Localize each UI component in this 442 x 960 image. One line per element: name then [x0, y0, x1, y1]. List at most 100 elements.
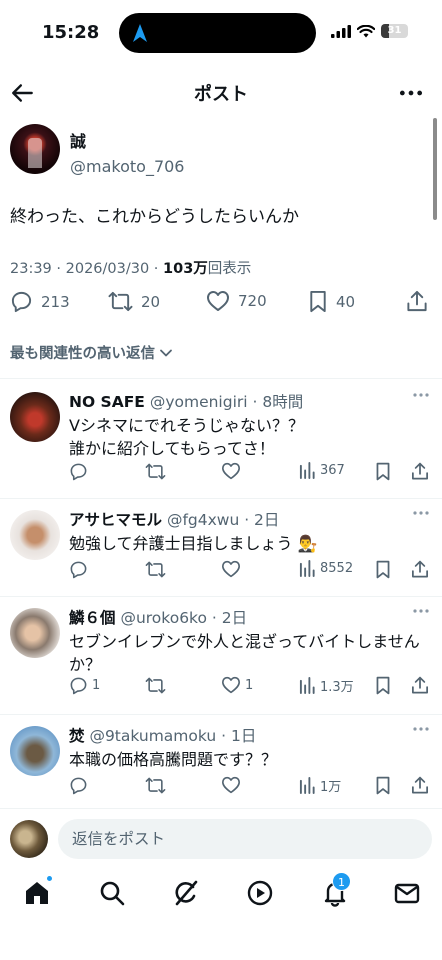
reply-icon: [70, 561, 87, 579]
avatar[interactable]: [10, 124, 60, 174]
like-count: 720: [238, 292, 267, 310]
tab-home[interactable]: [22, 875, 53, 908]
post-text: 終わった、これからどうしたらいんか: [10, 207, 299, 227]
tab-grok[interactable]: [171, 878, 201, 908]
repost-button[interactable]: [145, 560, 170, 579]
reply-action-bar: 1 1 1.3万: [69, 676, 439, 698]
reply-header: 鱗６個 @uroko6ko · 2日: [69, 606, 247, 628]
wifi-icon: [357, 24, 375, 37]
bookmark-button[interactable]: 40: [308, 290, 355, 313]
divider: [0, 596, 442, 597]
reply-handle-time[interactable]: @9takumamoku · 1日: [85, 727, 256, 745]
grok-icon: [175, 880, 198, 906]
more-options-icon[interactable]: [412, 608, 430, 614]
analytics-icon: [299, 777, 315, 794]
reply-icon: [70, 463, 87, 481]
reply-button[interactable]: [69, 776, 92, 795]
avatar[interactable]: [10, 392, 60, 442]
repost-icon: [145, 561, 166, 578]
reply-sort-label: 最も関連性の高い返信: [10, 346, 155, 362]
repost-icon: [108, 291, 133, 312]
reply-handle-time[interactable]: @yomenigiri · 8時間: [145, 393, 303, 411]
views-button[interactable]: 1.3万: [299, 676, 354, 695]
reply-button[interactable]: 213: [10, 290, 70, 313]
tab-messages[interactable]: [392, 878, 422, 908]
reply-text: セブンイレブンで外人と混ざってバイトしませんか？: [69, 632, 420, 674]
repost-icon: [145, 463, 166, 480]
bookmark-icon: [376, 560, 390, 579]
avatar[interactable]: [10, 510, 60, 560]
like-button[interactable]: [221, 776, 245, 794]
more-options-icon[interactable]: [412, 726, 430, 732]
divider: [0, 808, 442, 809]
reply-sort-selector[interactable]: 最も関連性の高い返信: [10, 342, 173, 363]
battery-indicator: 31: [381, 24, 408, 38]
tab-notifications[interactable]: 1: [320, 872, 351, 908]
avatar[interactable]: [10, 608, 60, 658]
reply-button[interactable]: [69, 462, 92, 481]
reply-display-name[interactable]: NO SAFE: [69, 393, 145, 411]
more-options-icon[interactable]: [412, 510, 430, 516]
reply-input[interactable]: [58, 819, 432, 859]
reply-action-bar: 1万: [69, 776, 439, 798]
reply-icon: [70, 677, 87, 695]
share-button[interactable]: [411, 676, 429, 695]
repost-button[interactable]: [145, 676, 170, 695]
views-button[interactable]: 8552: [299, 560, 353, 577]
like-button[interactable]: 720: [206, 290, 267, 312]
reply-handle-time[interactable]: @fg4xwu · 2日: [162, 511, 279, 529]
bookmark-count: 40: [336, 292, 356, 311]
bookmark-icon: [310, 290, 326, 313]
status-time: 15:28: [42, 22, 100, 43]
share-button[interactable]: [406, 290, 428, 313]
avatar[interactable]: [10, 820, 48, 858]
heart-icon: [222, 560, 240, 578]
more-options-icon[interactable]: [412, 392, 430, 398]
bookmark-button[interactable]: [375, 776, 391, 795]
views-button[interactable]: 1万: [299, 776, 341, 795]
author-handle[interactable]: @makoto_706: [70, 157, 184, 176]
post-author[interactable]: 誠 @makoto_706: [10, 124, 184, 176]
share-icon: [412, 462, 428, 480]
bookmark-button[interactable]: [375, 676, 391, 695]
bookmark-icon: [376, 462, 390, 481]
reply-display-name[interactable]: 鱗６個: [69, 609, 116, 627]
analytics-icon: [299, 677, 315, 694]
repost-button[interactable]: [145, 462, 170, 481]
cellular-signal-icon: [331, 24, 351, 38]
views-button[interactable]: 367: [299, 462, 345, 479]
scrollbar[interactable]: [433, 118, 437, 220]
share-button[interactable]: [411, 462, 429, 481]
share-button[interactable]: [411, 560, 429, 579]
unread-dot: [46, 875, 53, 882]
heart-icon: [207, 291, 229, 311]
repost-count: 20: [141, 292, 161, 311]
more-options-icon[interactable]: [398, 80, 424, 106]
analytics-icon: [299, 462, 315, 479]
tab-video[interactable]: [245, 878, 275, 908]
reply-button[interactable]: [69, 560, 92, 579]
reply-count: 213: [41, 292, 70, 311]
reply-button[interactable]: 1: [69, 676, 100, 695]
avatar[interactable]: [10, 726, 60, 776]
notification-badge: 1: [332, 872, 351, 891]
repost-button[interactable]: 20: [108, 290, 160, 313]
tab-search[interactable]: [97, 878, 127, 908]
reply-display-name[interactable]: アサヒマモル: [69, 511, 162, 529]
reply-display-name[interactable]: 焚: [69, 727, 85, 745]
page-title: ポスト: [194, 84, 248, 105]
heart-icon: [222, 676, 240, 694]
bookmark-button[interactable]: [375, 560, 391, 579]
like-button[interactable]: [221, 560, 245, 578]
share-icon: [412, 776, 428, 794]
author-display-name[interactable]: 誠: [70, 128, 184, 152]
bookmark-button[interactable]: [375, 462, 391, 481]
share-button[interactable]: [411, 776, 429, 795]
like-button[interactable]: 1: [221, 676, 253, 694]
view-count[interactable]: 103万: [163, 261, 208, 277]
repost-button[interactable]: [145, 776, 170, 795]
search-icon: [100, 881, 125, 906]
reply-handle-time[interactable]: @uroko6ko · 2日: [116, 609, 247, 627]
like-button[interactable]: [221, 462, 245, 480]
divider: [0, 498, 442, 499]
